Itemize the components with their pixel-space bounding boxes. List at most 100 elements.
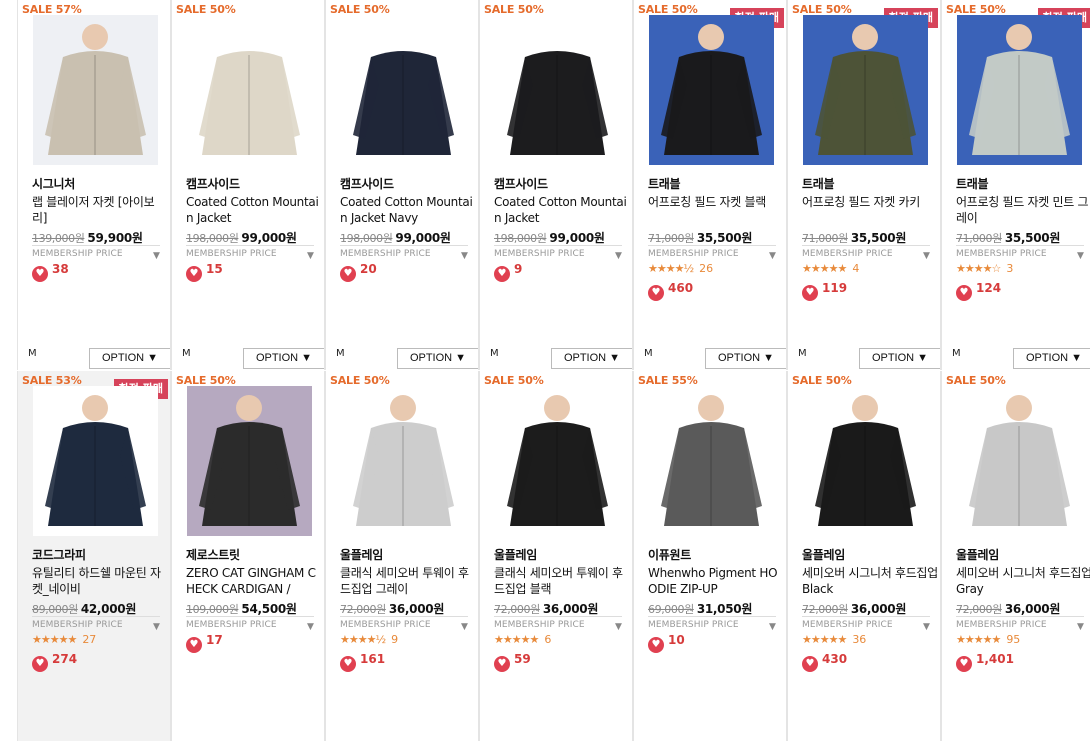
membership-price[interactable]: MEMBERSHIP PRICE ▼ [340, 245, 468, 261]
triangle-down-icon[interactable]: ▼ [153, 251, 160, 261]
product-image[interactable] [803, 15, 928, 165]
product-image[interactable] [187, 386, 312, 536]
like-button[interactable]: ♥ 38 [32, 262, 69, 282]
product-card[interactable]: SALE 50% 제로스트릿 ZERO CAT GINGHAM CHECK CARD… [171, 371, 325, 741]
membership-price[interactable]: MEMBERSHIP PRICE ▼ [494, 245, 622, 261]
like-button[interactable]: ♥ 9 [494, 262, 522, 282]
triangle-down-icon[interactable]: ▼ [307, 251, 314, 261]
product-image[interactable] [341, 15, 466, 165]
triangle-down-icon[interactable]: ▼ [769, 251, 776, 261]
brand-name[interactable]: 울플레임 [802, 546, 845, 563]
membership-price[interactable]: MEMBERSHIP PRICE ▼ [648, 245, 776, 261]
option-dropdown[interactable]: OPTION ▼ [397, 348, 478, 369]
product-image[interactable] [495, 15, 620, 165]
like-button[interactable]: ♥ 274 [32, 652, 77, 672]
product-name[interactable]: 클래식 세미오버 투웨이 후드집업 그레이 [340, 565, 476, 597]
option-dropdown[interactable]: OPTION ▼ [1013, 348, 1090, 369]
like-button[interactable]: ♥ 161 [340, 652, 385, 672]
membership-price[interactable]: MEMBERSHIP PRICE ▼ [956, 245, 1084, 261]
option-dropdown[interactable]: OPTION ▼ [89, 348, 170, 369]
product-card[interactable]: SALE 50% 울플레임 세미오버 시그니처 후드집업 Black 72,000원 3… [787, 371, 941, 741]
triangle-down-icon[interactable]: ▼ [923, 622, 930, 632]
membership-price[interactable]: MEMBERSHIP PRICE ▼ [32, 616, 160, 632]
product-image[interactable] [187, 15, 312, 165]
option-dropdown[interactable]: OPTION ▼ [859, 348, 940, 369]
like-button[interactable]: ♥ 460 [648, 281, 693, 301]
brand-name[interactable]: 캠프사이드 [340, 175, 394, 192]
option-dropdown[interactable]: OPTION ▼ [243, 348, 324, 369]
product-name[interactable]: Whenwho Pigment HOODIE ZIP-UP [648, 565, 784, 597]
product-name[interactable]: 세미오버 시그니처 후드집업 Gray [956, 565, 1090, 597]
product-image[interactable] [33, 15, 158, 165]
product-card[interactable]: SALE 50%한정 판매트래블어프로칭 필드 자켓 블랙71,000원35,5… [633, 0, 787, 370]
like-button[interactable]: ♥ 119 [802, 281, 847, 301]
product-card[interactable]: SALE 53%한정 판매코드그라피유틸리티 하드쉘 마운틴 자켓_네이비89,… [17, 371, 171, 741]
product-image[interactable] [649, 386, 774, 536]
triangle-down-icon[interactable]: ▼ [461, 622, 468, 632]
product-name[interactable]: Coated Cotton Mountain Jacket [494, 194, 630, 226]
like-button[interactable]: ♥ 17 [186, 633, 223, 653]
brand-name[interactable]: 코드그라피 [32, 546, 86, 563]
product-image[interactable] [341, 386, 466, 536]
product-name[interactable]: 어프로칭 필드 자켓 민트 그레이 [956, 194, 1090, 226]
brand-name[interactable]: 캠프사이드 [494, 175, 548, 192]
brand-name[interactable]: 제로스트릿 [186, 546, 240, 563]
product-image[interactable] [649, 15, 774, 165]
triangle-down-icon[interactable]: ▼ [153, 622, 160, 632]
brand-name[interactable]: 캠프사이드 [186, 175, 240, 192]
product-card[interactable]: SALE 55% 이퓨원트 Whenwho Pigment HOODIE ZIP-U… [633, 371, 787, 741]
like-button[interactable]: ♥ 20 [340, 262, 377, 282]
like-button[interactable]: ♥ 10 [648, 633, 685, 653]
triangle-down-icon[interactable]: ▼ [307, 622, 314, 632]
product-name[interactable]: Coated Cotton Mountain Jacket [186, 194, 322, 226]
membership-price[interactable]: MEMBERSHIP PRICE ▼ [32, 245, 160, 261]
product-name[interactable]: 클래식 세미오버 투웨이 후드집업 블랙 [494, 565, 630, 597]
product-image[interactable] [957, 386, 1082, 536]
product-name[interactable]: 어프로칭 필드 자켓 블랙 [648, 194, 784, 210]
product-card[interactable]: SALE 50% 캠프사이드 Coated Cotton Mountain Jack… [325, 0, 479, 370]
membership-price[interactable]: MEMBERSHIP PRICE ▼ [186, 245, 314, 261]
like-button[interactable]: ♥ 430 [802, 652, 847, 672]
membership-price[interactable]: MEMBERSHIP PRICE ▼ [186, 616, 314, 632]
like-button[interactable]: ♥ 59 [494, 652, 531, 672]
product-image[interactable] [495, 386, 620, 536]
product-card[interactable]: SALE 50% 캠프사이드 Coated Cotton Mountain Jack… [479, 0, 633, 370]
triangle-down-icon[interactable]: ▼ [1077, 251, 1084, 261]
product-name[interactable]: Coated Cotton Mountain Jacket Navy [340, 194, 476, 226]
product-card[interactable]: SALE 50%한정 판매트래블어프로칭 필드 자켓 민트 그레이71,000원… [941, 0, 1090, 370]
product-image[interactable] [957, 15, 1082, 165]
triangle-down-icon[interactable]: ▼ [461, 251, 468, 261]
product-card[interactable]: SALE 50% 울플레임 세미오버 시그니처 후드집업 Gray 72,000원 36… [941, 371, 1090, 741]
like-button[interactable]: ♥ 1,401 [956, 652, 1014, 672]
triangle-down-icon[interactable]: ▼ [615, 251, 622, 261]
brand-name[interactable]: 울플레임 [340, 546, 383, 563]
like-button[interactable]: ♥ 15 [186, 262, 223, 282]
product-name[interactable]: 유틸리티 하드쉘 마운틴 자켓_네이비 [32, 565, 168, 597]
membership-price[interactable]: MEMBERSHIP PRICE ▼ [802, 245, 930, 261]
membership-price[interactable]: MEMBERSHIP PRICE ▼ [340, 616, 468, 632]
product-name[interactable]: 랩 블레이저 자켓 [아이보리] [32, 194, 168, 226]
product-card[interactable]: SALE 50% 울플레임 클래식 세미오버 투웨이 후드집업 그레이 72,000원… [325, 371, 479, 741]
membership-price[interactable]: MEMBERSHIP PRICE ▼ [956, 616, 1084, 632]
membership-price[interactable]: MEMBERSHIP PRICE ▼ [648, 616, 776, 632]
product-card[interactable]: SALE 50%한정 판매트래블어프로칭 필드 자켓 카키71,000원35,5… [787, 0, 941, 370]
product-image[interactable] [33, 386, 158, 536]
product-image[interactable] [803, 386, 928, 536]
product-name[interactable]: ZERO CAT GINGHAM CHECK CARDIGAN / [186, 565, 322, 597]
product-name[interactable]: 세미오버 시그니처 후드집업 Black [802, 565, 938, 597]
brand-name[interactable]: 트래블 [956, 175, 989, 192]
triangle-down-icon[interactable]: ▼ [923, 251, 930, 261]
brand-name[interactable]: 트래블 [802, 175, 835, 192]
product-card[interactable]: SALE 57% 시그니처 랩 블레이저 자켓 [아이보리] 139,000원 59,9… [17, 0, 171, 370]
brand-name[interactable]: 울플레임 [494, 546, 537, 563]
like-button[interactable]: ♥ 124 [956, 281, 1001, 301]
product-card[interactable]: SALE 50% 캠프사이드 Coated Cotton Mountain Jack… [171, 0, 325, 370]
membership-price[interactable]: MEMBERSHIP PRICE ▼ [802, 616, 930, 632]
product-card[interactable]: SALE 50% 울플레임 클래식 세미오버 투웨이 후드집업 블랙 72,000원 3… [479, 371, 633, 741]
brand-name[interactable]: 울플레임 [956, 546, 999, 563]
brand-name[interactable]: 이퓨원트 [648, 546, 691, 563]
triangle-down-icon[interactable]: ▼ [1077, 622, 1084, 632]
product-name[interactable]: 어프로칭 필드 자켓 카키 [802, 194, 938, 210]
brand-name[interactable]: 트래블 [648, 175, 681, 192]
option-dropdown[interactable]: OPTION ▼ [705, 348, 786, 369]
